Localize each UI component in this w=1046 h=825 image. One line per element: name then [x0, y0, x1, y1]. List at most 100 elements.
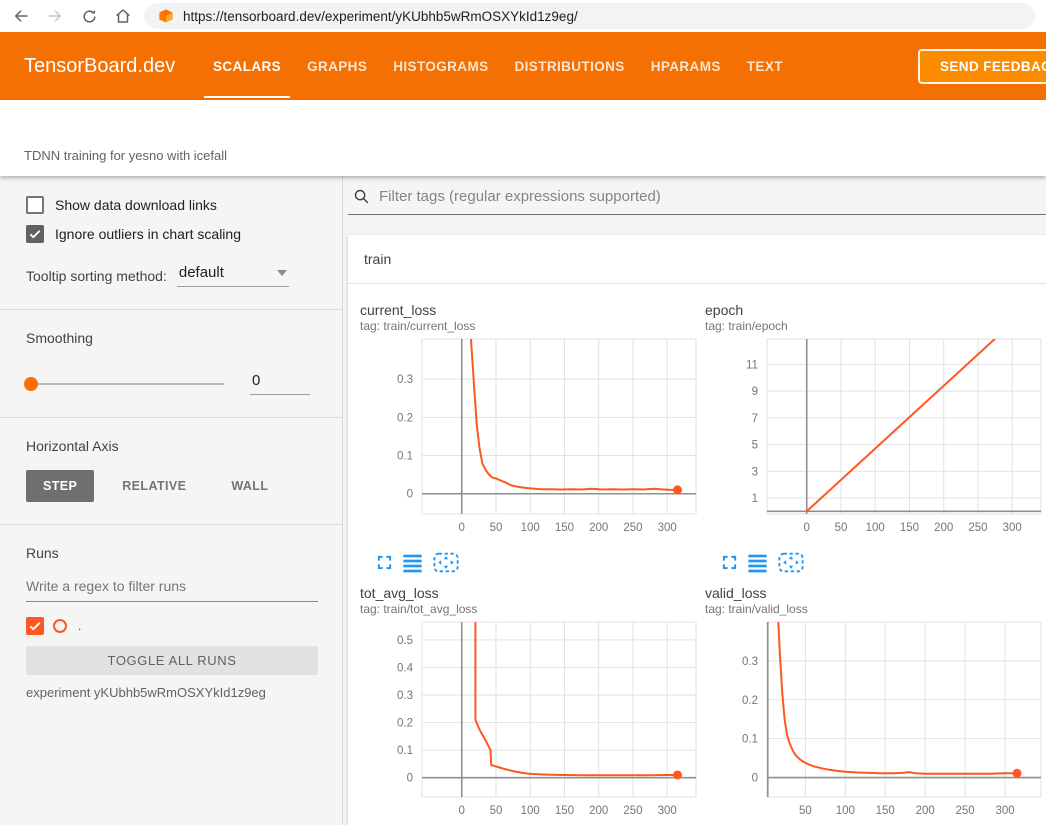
tag-filter-placeholder: Filter tags (regular expressions support…	[379, 188, 661, 205]
tab-histograms[interactable]: HISTOGRAMS	[380, 32, 501, 100]
chart-card-tot_avg_loss: tot_avg_losstag: train/tot_avg_loss05010…	[360, 585, 698, 825]
chart-plot-current_loss[interactable]: 05010015020025030000.10.20.3	[360, 336, 698, 542]
ignore-outliers-checkbox-row[interactable]: Ignore outliers in chart scaling	[26, 225, 314, 243]
tensorboard-favicon	[158, 8, 174, 24]
chart-actions	[705, 552, 1043, 573]
experiment-subheader: TDNN training for yesno with icefall	[0, 100, 1046, 176]
show-download-links-checkbox-row[interactable]: Show data download links	[26, 196, 314, 214]
svg-text:100: 100	[836, 805, 855, 817]
runs-filter-input[interactable]	[26, 578, 318, 602]
log-scale-icon[interactable]	[402, 553, 423, 573]
smoothing-slider[interactable]	[26, 383, 224, 385]
fit-domain-icon[interactable]	[778, 552, 804, 573]
wall-axis-button[interactable]: WALL	[214, 470, 285, 502]
chart-card-epoch: epochtag: train/epoch0501001502002503001…	[705, 302, 1043, 573]
app-title[interactable]: TensorBoard.dev	[24, 55, 200, 78]
tag-group-header[interactable]: train	[348, 235, 1046, 284]
fullscreen-icon[interactable]	[377, 555, 392, 570]
relative-axis-button[interactable]: RELATIVE	[105, 470, 203, 502]
tab-hparams[interactable]: HPARAMS	[638, 32, 734, 100]
checkbox-checked-icon[interactable]	[26, 225, 44, 243]
fit-domain-icon[interactable]	[433, 552, 459, 573]
svg-text:100: 100	[521, 522, 540, 534]
horizontal-axis-section: Horizontal Axis STEP RELATIVE WALL	[0, 418, 342, 525]
send-feedback-button[interactable]: SEND FEEDBACK	[918, 49, 1046, 84]
tag-filter-field[interactable]: Filter tags (regular expressions support…	[348, 188, 1046, 215]
chart-plot-epoch[interactable]: 0501001502002503001357911	[705, 336, 1043, 542]
svg-text:300: 300	[658, 522, 677, 534]
tooltip-sorting-select[interactable]: default	[177, 264, 289, 287]
tooltip-sorting-label: Tooltip sorting method:	[26, 268, 167, 287]
tab-distributions[interactable]: DISTRIBUTIONS	[502, 32, 638, 100]
charts-grid: current_losstag: train/current_loss05010…	[348, 284, 1046, 825]
svg-text:0.4: 0.4	[397, 662, 414, 674]
tag-group-card: train current_losstag: train/current_los…	[348, 235, 1046, 825]
chart-card-valid_loss: valid_losstag: train/valid_loss 50 100 150 2…	[705, 585, 1043, 825]
chart-tag: tag: train/valid_loss	[705, 602, 1043, 617]
svg-text:100: 100	[866, 522, 885, 534]
svg-text:3: 3	[752, 466, 758, 478]
horizontal-axis-buttons: STEP RELATIVE WALL	[26, 470, 314, 502]
svg-text:200: 200	[589, 805, 608, 817]
search-icon	[353, 188, 370, 205]
svg-text:0: 0	[804, 522, 810, 534]
chart-tag: tag: train/tot_avg_loss	[360, 602, 698, 617]
home-icon[interactable]	[110, 3, 136, 29]
svg-text:0.1: 0.1	[397, 451, 413, 463]
smoothing-slider-thumb[interactable]	[24, 377, 38, 391]
svg-text:250: 250	[623, 522, 642, 534]
tab-scalars[interactable]: SCALARS	[200, 32, 294, 100]
svg-text:9: 9	[752, 386, 758, 398]
checkbox-label: Ignore outliers in chart scaling	[55, 226, 241, 242]
smoothing-label: Smoothing	[26, 330, 314, 346]
reload-icon[interactable]	[76, 3, 102, 29]
svg-text:0: 0	[407, 489, 413, 501]
tooltip-sorting-row: Tooltip sorting method: default	[26, 264, 314, 287]
svg-text:0.3: 0.3	[397, 374, 413, 386]
tooltip-sorting-value: default	[179, 264, 224, 281]
app-header: TensorBoard.dev SCALARSGRAPHSHISTOGRAMSD…	[0, 32, 1046, 100]
svg-text:300: 300	[995, 805, 1014, 817]
horizontal-axis-label: Horizontal Axis	[26, 438, 314, 454]
svg-text:0: 0	[459, 522, 465, 534]
svg-text:50: 50	[799, 805, 812, 817]
smoothing-value-field[interactable]: 0	[250, 372, 310, 395]
svg-text:5: 5	[752, 440, 758, 452]
experiment-subtitle: TDNN training for yesno with icefall	[24, 148, 227, 163]
chart-tag: tag: train/current_loss	[360, 319, 698, 334]
chart-title: tot_avg_loss	[360, 585, 698, 602]
checkbox-unchecked-icon[interactable]	[26, 196, 44, 214]
svg-text:200: 200	[934, 522, 953, 534]
fullscreen-icon[interactable]	[722, 555, 737, 570]
experiment-caption: experiment yKUbhb5wRmOSXYkId1z9eg	[26, 685, 314, 700]
run-name: .	[76, 619, 81, 633]
chart-title: valid_loss	[705, 585, 1043, 602]
url-bar[interactable]: https://tensorboard.dev/experiment/yKUbh…	[144, 3, 1035, 29]
chart-card-current_loss: current_losstag: train/current_loss05010…	[360, 302, 698, 573]
svg-text:150: 150	[876, 805, 895, 817]
svg-text:50: 50	[490, 522, 503, 534]
step-axis-button[interactable]: STEP	[26, 470, 94, 502]
run-checkbox-checked-icon[interactable]	[26, 617, 44, 635]
chart-title: epoch	[705, 302, 1043, 319]
svg-text:7: 7	[752, 413, 758, 425]
chart-actions	[360, 552, 698, 573]
chart-plot-tot_avg_loss[interactable]: 05010015020025030000.10.20.30.40.5	[360, 619, 698, 825]
checkbox-label: Show data download links	[55, 197, 217, 213]
smoothing-section: Smoothing 0	[0, 310, 342, 418]
tab-text[interactable]: TEXT	[734, 32, 796, 100]
svg-text:0.2: 0.2	[397, 412, 413, 424]
run-color-swatch	[53, 619, 67, 633]
svg-text:0.3: 0.3	[742, 656, 758, 668]
log-scale-icon[interactable]	[747, 553, 768, 573]
chart-plot-valid_loss[interactable]: 5010015020025030000.10.20.3	[705, 619, 1043, 825]
toggle-all-runs-button[interactable]: TOGGLE ALL RUNS	[26, 646, 318, 675]
forward-icon[interactable]	[42, 3, 68, 29]
svg-text:250: 250	[956, 805, 975, 817]
svg-text:300: 300	[1003, 522, 1022, 534]
svg-text:250: 250	[623, 805, 642, 817]
tab-graphs[interactable]: GRAPHS	[294, 32, 380, 100]
back-icon[interactable]	[8, 3, 34, 29]
svg-text:0.5: 0.5	[397, 635, 413, 647]
runs-section: Runs . TOGGLE ALL RUNS experiment yKUbhb…	[0, 525, 342, 722]
